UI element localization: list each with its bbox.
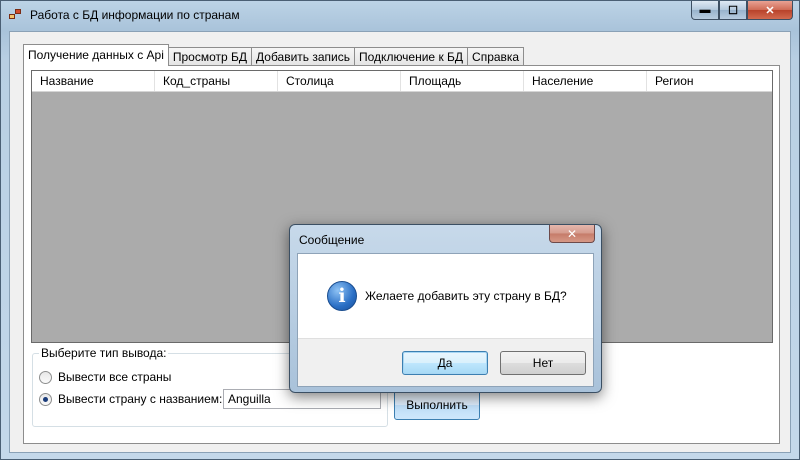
- radio-button-by-name[interactable]: [39, 392, 52, 406]
- app-icon: [9, 9, 23, 21]
- dialog-close-button[interactable]: ✕: [549, 225, 595, 243]
- column-header-capital[interactable]: Столица: [278, 71, 401, 91]
- column-header-population[interactable]: Население: [524, 71, 647, 91]
- radio-by-name-label: Вывести страну с названием:: [58, 392, 223, 406]
- dialog-message: Желаете добавить эту страну в БД?: [365, 289, 567, 303]
- grid-header: Название Код_страны Столица Площадь Насе…: [32, 71, 772, 92]
- column-header-name[interactable]: Название: [32, 71, 155, 91]
- tab-api-data[interactable]: Получение данных с Api: [23, 44, 169, 66]
- dialog-message-area: i Желаете добавить эту страну в БД?: [298, 254, 593, 338]
- caption-buttons: ▬ ☐ ✕: [691, 1, 793, 21]
- close-icon: ✕: [566, 226, 578, 241]
- dialog-button-area: Да Нет: [298, 338, 593, 386]
- radio-all-label: Вывести все страны: [58, 370, 172, 384]
- column-header-country-code[interactable]: Код_страны: [155, 71, 278, 91]
- column-header-area[interactable]: Площадь: [401, 71, 524, 91]
- dialog-body: i Желаете добавить эту страну в БД? Да Н…: [297, 253, 594, 387]
- yes-button[interactable]: Да: [402, 351, 488, 375]
- tab-add-record[interactable]: Добавить запись: [251, 47, 356, 66]
- dialog-title: Сообщение: [299, 233, 365, 247]
- tab-help[interactable]: Справка: [467, 47, 525, 66]
- output-type-legend: Выберите тип вывода:: [39, 346, 169, 360]
- info-icon: i: [327, 281, 357, 311]
- window-title: Работа с БД информации по странам: [30, 8, 240, 22]
- minimize-button[interactable]: ▬: [691, 1, 719, 20]
- tab-strip: Получение данных с Api Просмотр БД Добав…: [23, 44, 525, 66]
- message-dialog: Сообщение ✕ i Желаете добавить эту стран…: [289, 224, 602, 393]
- execute-button[interactable]: Выполнить: [394, 390, 480, 420]
- tab-view-db[interactable]: Просмотр БД: [167, 47, 253, 66]
- column-header-region[interactable]: Регион: [647, 71, 772, 91]
- tab-db-connection[interactable]: Подключение к БД: [354, 47, 469, 66]
- radio-country-by-name[interactable]: Вывести страну с названием:: [39, 392, 222, 406]
- radio-button-all[interactable]: [39, 370, 52, 384]
- no-button[interactable]: Нет: [500, 351, 586, 375]
- title-bar[interactable]: Работа с БД информации по странам ▬ ☐ ✕: [1, 1, 799, 29]
- maximize-button[interactable]: ☐: [719, 1, 747, 20]
- close-button[interactable]: ✕: [747, 1, 793, 20]
- radio-all-countries[interactable]: Вывести все страны: [39, 370, 171, 384]
